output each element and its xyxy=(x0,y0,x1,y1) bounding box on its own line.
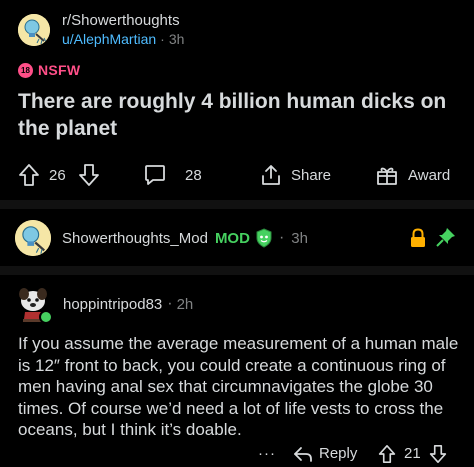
separator-dot: · xyxy=(278,229,285,246)
vote-count: 26 xyxy=(49,166,66,184)
mod-comment-age: 3h xyxy=(291,229,308,247)
downvote-icon xyxy=(79,164,99,186)
comment-count: 28 xyxy=(185,166,202,184)
comment-author[interactable]: hoppintripod83 xyxy=(63,296,162,313)
nsfw-icon: 18 xyxy=(18,62,33,78)
divider xyxy=(0,266,474,275)
mod-comment[interactable]: Showerthoughts_Mod MOD · 3h xyxy=(15,219,308,257)
post-header: r/Showerthoughts u/AlephMartian · 3h xyxy=(18,10,184,50)
lock-icon xyxy=(411,228,425,247)
comment-vote-count: 21 xyxy=(404,445,421,462)
separator-dot: · xyxy=(160,31,165,47)
comment-age: 2h xyxy=(176,295,194,313)
share-label: Share xyxy=(291,166,332,184)
reply-label: Reply xyxy=(319,445,358,462)
reply-button[interactable]: Reply xyxy=(293,440,357,467)
divider xyxy=(0,200,474,209)
mod-badge: MOD xyxy=(214,229,250,247)
subreddit-icon[interactable] xyxy=(18,14,50,46)
comment-body: If you assume the average measurement of… xyxy=(18,334,459,439)
mod-author[interactable]: Showerthoughts_Mod xyxy=(62,230,208,247)
comments-button[interactable] xyxy=(143,158,167,192)
comment-upvote-button[interactable] xyxy=(378,440,396,467)
separator-dot: · xyxy=(167,295,173,312)
share-button[interactable]: Share xyxy=(259,158,331,192)
post-age: 3h xyxy=(168,31,185,47)
reply-icon xyxy=(294,446,312,462)
upvote-button[interactable] xyxy=(18,158,40,192)
subreddit-name[interactable]: r/Showerthoughts xyxy=(62,11,184,30)
avatar[interactable] xyxy=(15,286,53,324)
award-label: Award xyxy=(408,166,451,184)
comment-icon xyxy=(145,165,165,185)
more-icon[interactable]: ··· xyxy=(258,440,276,467)
online-indicator xyxy=(39,310,53,324)
comment-downvote-button[interactable] xyxy=(429,440,447,467)
share-icon xyxy=(262,165,280,185)
award-button[interactable]: Award xyxy=(375,158,450,192)
nsfw-label: NSFW xyxy=(38,62,81,78)
mod-avatar-icon[interactable] xyxy=(15,220,51,256)
post-actions: 26 28 Share Award xyxy=(0,158,474,192)
upvote-icon xyxy=(19,164,39,186)
nsfw-tag: 18 NSFW xyxy=(18,62,80,78)
post-author[interactable]: u/AlephMartian xyxy=(62,31,156,47)
downvote-button[interactable] xyxy=(78,158,100,192)
post-title[interactable]: There are roughly 4 billion human dicks … xyxy=(18,88,458,142)
pin-icon xyxy=(436,228,455,247)
downvote-icon xyxy=(429,444,447,463)
comment-actions: ··· Reply 21 xyxy=(0,440,474,467)
comment-header: hoppintripod83 · 2h xyxy=(15,286,194,324)
upvote-icon xyxy=(378,444,396,463)
award-icon xyxy=(377,167,397,185)
shield-icon xyxy=(256,228,272,248)
